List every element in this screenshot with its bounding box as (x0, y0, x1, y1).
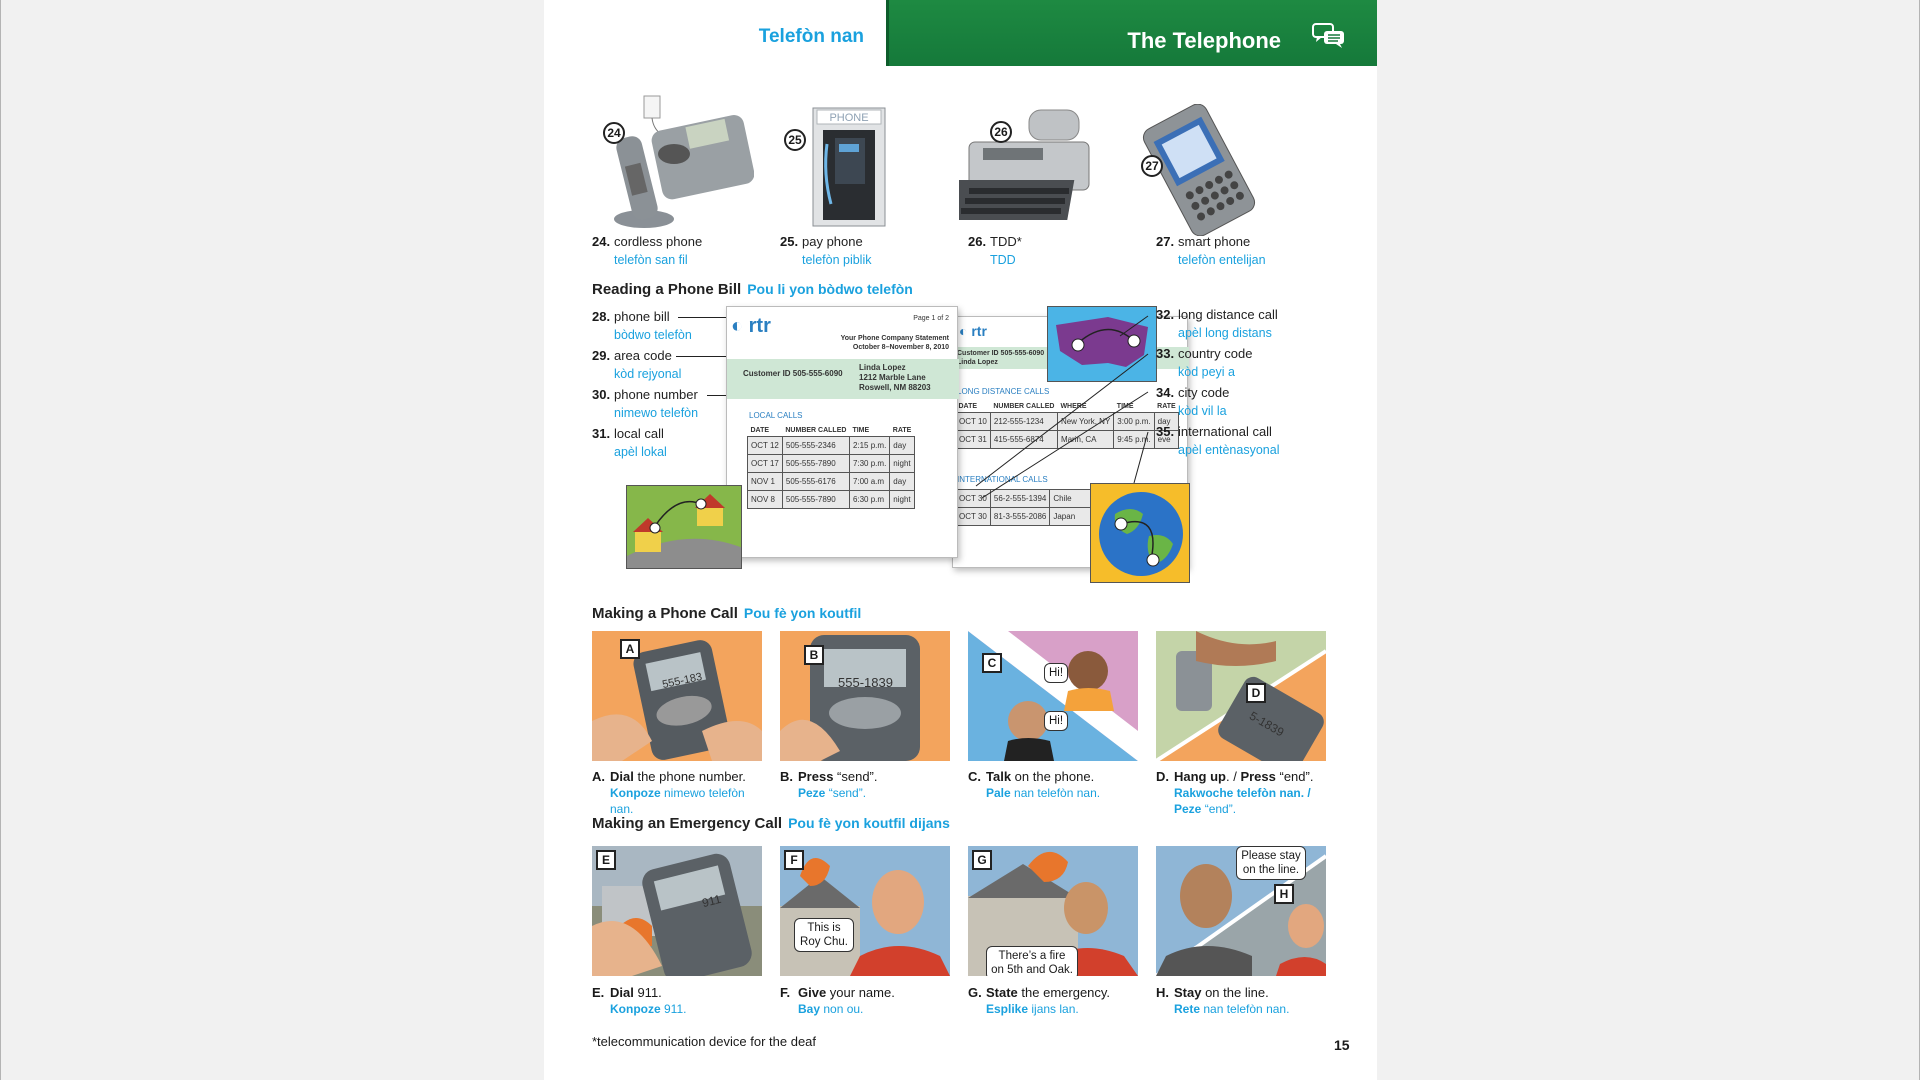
caption-e: E. Dial 911. Konpoze 911. (592, 985, 687, 1016)
item-24: 24. cordless phone telefòn san fil (592, 234, 703, 267)
panel-h-letter: H (1274, 884, 1294, 904)
item-26-badge: 26 (990, 121, 1012, 143)
section-emergency-call: Making an Emergency Call Pou fè yon koutf… (592, 815, 950, 832)
header-left: Telefòn nan (544, 0, 886, 66)
cordless-phone-image (604, 94, 754, 229)
caption-a: A. Dial the phone number. Konpoze nimewo t… (592, 769, 746, 816)
item-27-badge: 27 (1141, 155, 1163, 177)
document-page: Telefòn nan The Telephone 24 PHONE 25 26… (544, 0, 1377, 1080)
item-25-badge: 25 (784, 129, 806, 151)
rtr-logo: ◐ rtr (731, 315, 771, 337)
panel-e-letter: E (596, 850, 616, 870)
panel-c-letter: C (982, 653, 1002, 673)
panel-h-bubble: Please stay on the line. (1236, 846, 1306, 880)
panel-b-press: B 555-1839 (780, 631, 950, 761)
panel-f-letter: F (784, 850, 804, 870)
item-27: 27. smart phone telefòn entelijan (1156, 234, 1266, 267)
section-making-call: Making a Phone Call Pou fè yon koutfil (592, 605, 862, 622)
caption-g: G. State the emergency. Esplike ijans lan. (968, 985, 1111, 1016)
panel-e-dial-911: E 911 (592, 846, 762, 976)
caption-f: F. Give your name. Bay non ou. (780, 985, 895, 1016)
leader-lines-right (975, 315, 1149, 499)
item-31: 31. local call apèl lokal (592, 426, 667, 459)
panel-a-letter: A (620, 639, 640, 659)
pay-phone-image: PHONE (809, 104, 889, 229)
panel-b-letter: B (804, 645, 824, 665)
header-right: The Telephone (886, 0, 1377, 66)
speech-bubbles-icon (1311, 22, 1347, 53)
header-title-ht: Telefòn nan (758, 26, 864, 47)
bill1-local-section: LOCAL CALLS (749, 411, 803, 420)
bill1-local-table: DATE NUMBER CALLED TIME RATE OCT 12 505-555-… (747, 425, 915, 509)
tdd-image (959, 108, 1094, 230)
panel-c-talk: C Hi! Hi! (968, 631, 1138, 761)
panel-d-letter: D (1246, 683, 1266, 703)
panel-b-screen-text: 555-1839 (838, 675, 893, 690)
header-title: The Telephone (1127, 28, 1281, 53)
panel-d-hang-up: D 5-1839 (1156, 631, 1326, 761)
section-reading-bill: Reading a Phone Bill Pou li yon bòdwo tel… (592, 281, 913, 298)
caption-h: H. Stay on the line. Rete nan telefòn nan. (1156, 985, 1290, 1016)
footnote: *telecommunication device for the deaf (592, 1034, 817, 1049)
panel-a-dial: A 555-183 (592, 631, 762, 761)
panel-h-stay-on-line: Please stay on the line. H (1156, 846, 1326, 976)
item-28: 28. phone bill bòdwo telefòn (592, 309, 692, 342)
item-30: 30. phone number nimewo telefòn (592, 387, 699, 420)
panel-g-bubble: There’s a fire on 5th and Oak. (986, 946, 1078, 976)
item-32: 32. long distance call apèl long distans (1156, 307, 1278, 340)
panel-g-letter: G (972, 850, 992, 870)
panel-f-give-name: F This is Roy Chu. (780, 846, 950, 976)
item-33: 33. country code kòd peyi a (1156, 346, 1253, 379)
item-26: 26. TDD* TDD (968, 234, 1022, 267)
item-34: 34. city code kòd vil la (1156, 385, 1230, 418)
caption-b: B. Press “send”. Peze “send”. (780, 769, 878, 800)
panel-g-state-emergency: G There’s a fire on 5th and Oak. (968, 846, 1138, 976)
item-29: 29. area code kòd rejyonal (592, 348, 682, 381)
panel-c-bubble-2: Hi! (1044, 711, 1069, 731)
panel-f-bubble: This is Roy Chu. (794, 918, 854, 952)
caption-d: D. Hang up. / Press “end”. Rakwoche telefò… (1156, 769, 1314, 816)
page-number: 15 (1334, 1037, 1350, 1053)
panel-c-bubble-1: Hi! (1044, 663, 1069, 683)
item-25: 25. pay phone telefòn piblik (780, 234, 872, 267)
viewer-left-edge (0, 0, 1, 1080)
local-call-illustration (626, 485, 742, 569)
item-24-badge: 24 (603, 122, 625, 144)
caption-c: C. Talk on the phone. Pale nan telefòn nan… (968, 769, 1101, 800)
svg-text:PHONE: PHONE (829, 112, 868, 124)
item-35: 35. international call apèl entènasyonal (1156, 424, 1280, 457)
